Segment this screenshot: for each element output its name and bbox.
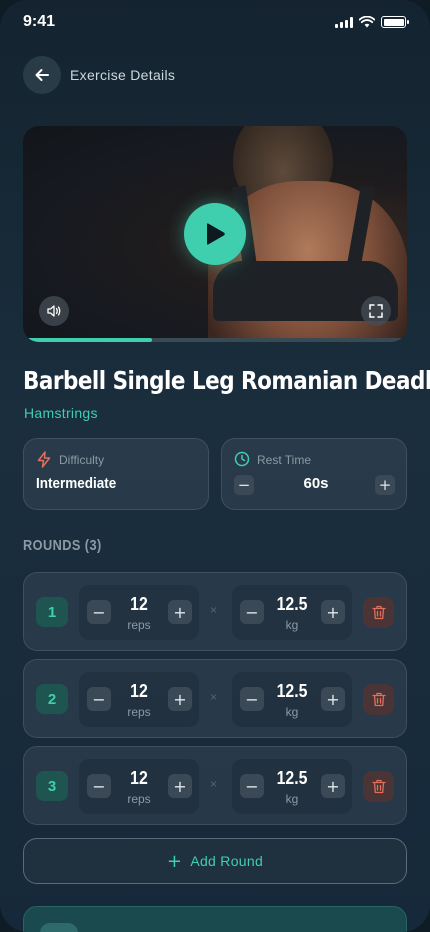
rest-decrement-button[interactable]: − [234, 475, 254, 495]
times-symbol: × [210, 690, 218, 704]
action-icon [40, 923, 78, 932]
rest-increment-button[interactable]: + [375, 475, 395, 495]
exercise-video[interactable] [23, 126, 407, 342]
status-bar: 9:41 [0, 0, 430, 44]
add-round-button[interactable]: + Add Round [23, 838, 407, 884]
arrow-left-icon [35, 69, 49, 81]
delete-round-button[interactable] [363, 597, 394, 628]
weight-decrement-button[interactable]: − [240, 774, 264, 798]
weight-increment-button[interactable]: + [321, 687, 345, 711]
reps-increment-button[interactable]: + [168, 600, 192, 624]
delete-round-button[interactable] [363, 684, 394, 715]
reps-value[interactable]: 12 [113, 681, 166, 702]
round-number: 3 [36, 771, 68, 801]
volume-button[interactable] [39, 296, 69, 326]
weight-increment-button[interactable]: + [321, 600, 345, 624]
difficulty-value: Intermediate [36, 475, 117, 492]
reps-decrement-button[interactable]: − [87, 774, 111, 798]
round-card: 1 − 12 reps + × − 12.5 kg + [23, 572, 407, 651]
weight-value[interactable]: 12.5 [266, 681, 319, 702]
weight-stepper: − 12.5 kg + [232, 672, 352, 727]
reps-decrement-button[interactable]: − [87, 600, 111, 624]
battery-icon [381, 16, 409, 28]
weight-decrement-button[interactable]: − [240, 687, 264, 711]
weight-decrement-button[interactable]: − [240, 600, 264, 624]
play-icon [207, 223, 225, 245]
status-time: 9:41 [23, 13, 56, 30]
exercise-title: Barbell Single Leg Romanian Deadlifts [23, 366, 430, 395]
times-symbol: × [210, 777, 218, 791]
back-button[interactable] [23, 56, 61, 94]
reps-increment-button[interactable]: + [168, 774, 192, 798]
muscle-group: Hamstrings [24, 405, 98, 421]
reps-increment-button[interactable]: + [168, 687, 192, 711]
bottom-action-card[interactable] [23, 906, 407, 932]
weight-value[interactable]: 12.5 [266, 594, 319, 615]
reps-stepper: − 12 reps + [79, 759, 199, 814]
weight-increment-button[interactable]: + [321, 774, 345, 798]
reps-unit: reps [127, 705, 151, 719]
status-icons [335, 16, 409, 28]
wifi-icon [359, 16, 375, 28]
weight-unit: kg [285, 618, 299, 632]
round-card: 3 − 12 reps + × − 12.5 kg + [23, 746, 407, 825]
difficulty-card: Difficulty Intermediate [23, 438, 209, 510]
reps-stepper: − 12 reps + [79, 672, 199, 727]
round-card: 2 − 12 reps + × − 12.5 kg + [23, 659, 407, 738]
reps-unit: reps [127, 792, 151, 806]
times-symbol: × [210, 603, 218, 617]
trash-icon [371, 692, 386, 707]
rest-time-label: Rest Time [257, 453, 312, 467]
volume-icon [47, 305, 61, 317]
header: Exercise Details [23, 56, 175, 94]
difficulty-label: Difficulty [59, 453, 105, 467]
weight-stepper: − 12.5 kg + [232, 759, 352, 814]
rest-time-card: Rest Time − 60s + [221, 438, 407, 510]
signal-icon [335, 16, 353, 28]
lightning-icon [37, 451, 51, 468]
weight-value[interactable]: 12.5 [266, 768, 319, 789]
delete-round-button[interactable] [363, 771, 394, 802]
reps-value[interactable]: 12 [113, 768, 166, 789]
fullscreen-icon [369, 304, 383, 318]
reps-unit: reps [127, 618, 151, 632]
reps-stepper: − 12 reps + [79, 585, 199, 640]
video-progress-fill [27, 338, 152, 342]
reps-value[interactable]: 12 [113, 594, 166, 615]
round-number: 1 [36, 597, 68, 627]
fullscreen-button[interactable] [361, 296, 391, 326]
weight-unit: kg [285, 792, 299, 806]
play-button[interactable] [184, 203, 246, 265]
trash-icon [371, 779, 386, 794]
rest-time-value: 60s [303, 475, 329, 492]
trash-icon [371, 605, 386, 620]
clock-icon [234, 451, 250, 467]
add-round-label: Add Round [190, 853, 264, 869]
screen: 9:41 Exercise Details Barbell Single Leg… [0, 0, 430, 932]
weight-unit: kg [285, 705, 299, 719]
reps-decrement-button[interactable]: − [87, 687, 111, 711]
plus-icon: + [166, 850, 183, 872]
round-number: 2 [36, 684, 68, 714]
rounds-heading: ROUNDS (3) [23, 537, 102, 554]
weight-stepper: − 12.5 kg + [232, 585, 352, 640]
page-title: Exercise Details [70, 67, 176, 83]
